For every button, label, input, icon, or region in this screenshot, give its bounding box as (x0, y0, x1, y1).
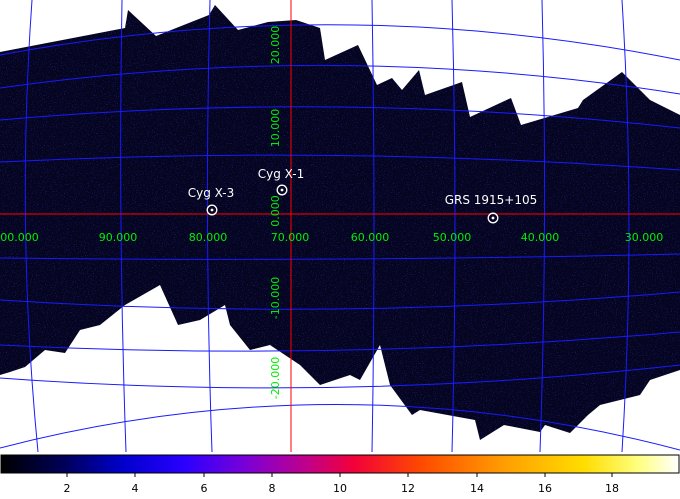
longitude-tick-label: 40.000 (521, 231, 560, 244)
colorbar-tick-label: 6 (201, 482, 208, 495)
latitude-tick-label: 20.000 (269, 26, 282, 65)
colorbar-tick-label: 8 (269, 482, 276, 495)
colorbar-gradient (0, 454, 680, 474)
longitude-tick-label: 90.000 (99, 231, 138, 244)
source-marker-dot (280, 188, 284, 192)
longitude-tick-label: 100.000 (0, 231, 39, 244)
source-marker-dot (210, 208, 214, 212)
source-marker-dot (491, 216, 495, 220)
longitude-tick-label: 60.000 (351, 231, 390, 244)
source-label: Cyg X-3 (188, 186, 235, 200)
colorbar-tick-label: 12 (401, 482, 415, 495)
latitude-tick-label: 0.000 (269, 195, 282, 227)
colorbar-tick-label: 16 (538, 482, 552, 495)
latitude-tick-label: 10.000 (269, 109, 282, 148)
colorbar-tick-label: 10 (333, 482, 347, 495)
longitude-tick-label: 80.000 (189, 231, 228, 244)
longitude-tick-label: 50.000 (433, 231, 472, 244)
source-label: Cyg X-1 (258, 167, 305, 181)
longitude-tick-label: 70.000 (271, 231, 310, 244)
colorbar-tick-label: 14 (470, 482, 484, 495)
longitude-tick-label: 30.000 (625, 231, 664, 244)
colorbar-tick-label: 4 (132, 482, 139, 495)
colorbar: 2 4 6 8 10 12 14 16 18 (0, 454, 680, 495)
sky-map: 100.000 90.000 80.000 70.000 60.000 50.000 40.… (0, 0, 680, 452)
latitude-tick-label: -10.000 (269, 277, 282, 319)
colorbar-ticks: 2 4 6 8 10 12 14 16 18 (64, 473, 619, 495)
colorbar-tick-label: 18 (605, 482, 619, 495)
source-label: GRS 1915+105 (445, 193, 538, 207)
latitude-tick-label: -20.000 (269, 357, 282, 399)
colorbar-tick-label: 2 (64, 482, 71, 495)
